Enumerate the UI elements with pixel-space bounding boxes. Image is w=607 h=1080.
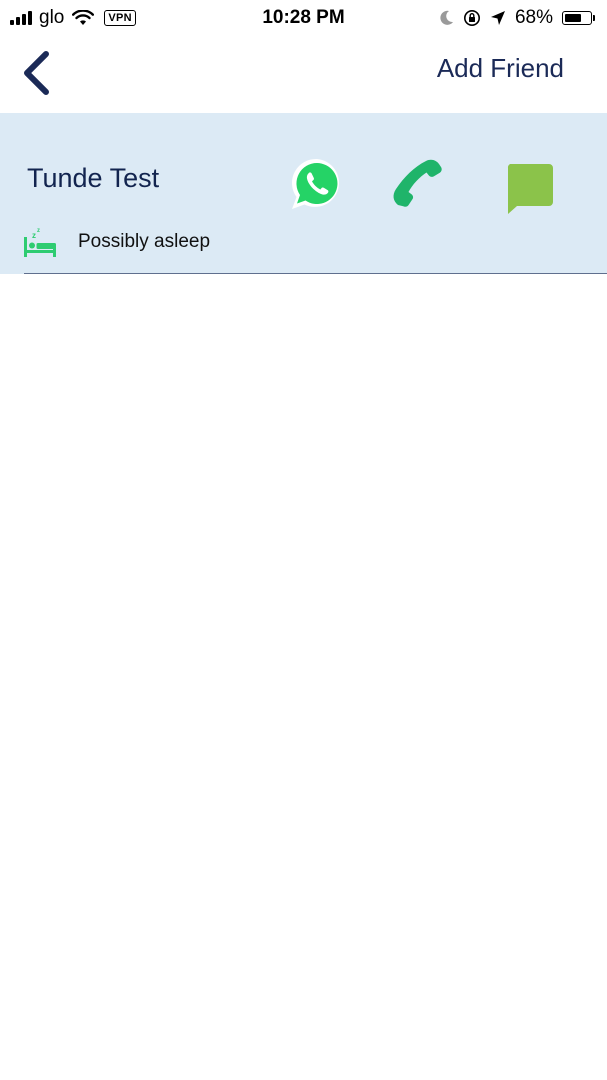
- status-bar: glo VPN 10:28 PM 68%: [0, 0, 607, 36]
- svg-text:z: z: [37, 228, 40, 234]
- message-icon: [507, 164, 553, 214]
- whatsapp-icon: [291, 158, 339, 209]
- status-right: 68%: [431, 6, 595, 30]
- battery-level-fill: [565, 14, 581, 22]
- phone-icon: [393, 159, 442, 207]
- call-button[interactable]: [390, 157, 444, 215]
- battery-icon: [562, 11, 592, 25]
- battery-cap: [593, 15, 595, 21]
- chevron-left-icon: [24, 51, 49, 95]
- divider: [24, 273, 607, 274]
- friend-card[interactable]: Tunde Test z z Possibly asleep: [0, 113, 607, 274]
- message-button[interactable]: [505, 163, 555, 215]
- back-button[interactable]: [18, 48, 58, 98]
- sleeping-bed-icon: z z: [24, 228, 56, 257]
- battery-percent: 68%: [514, 7, 553, 28]
- sleep-status: z z Possibly asleep: [22, 225, 210, 259]
- svg-text:z: z: [32, 231, 36, 240]
- status-text: Possibly asleep: [78, 231, 211, 252]
- whatsapp-button[interactable]: [290, 157, 344, 211]
- add-friend-button[interactable]: Add Friend: [437, 53, 564, 84]
- location-arrow-icon: [490, 11, 505, 25]
- friend-name: Tunde Test: [27, 163, 160, 193]
- orientation-lock-icon: [463, 10, 480, 26]
- moon-icon: [440, 10, 453, 25]
- nav-bar: Add Friend: [0, 36, 607, 113]
